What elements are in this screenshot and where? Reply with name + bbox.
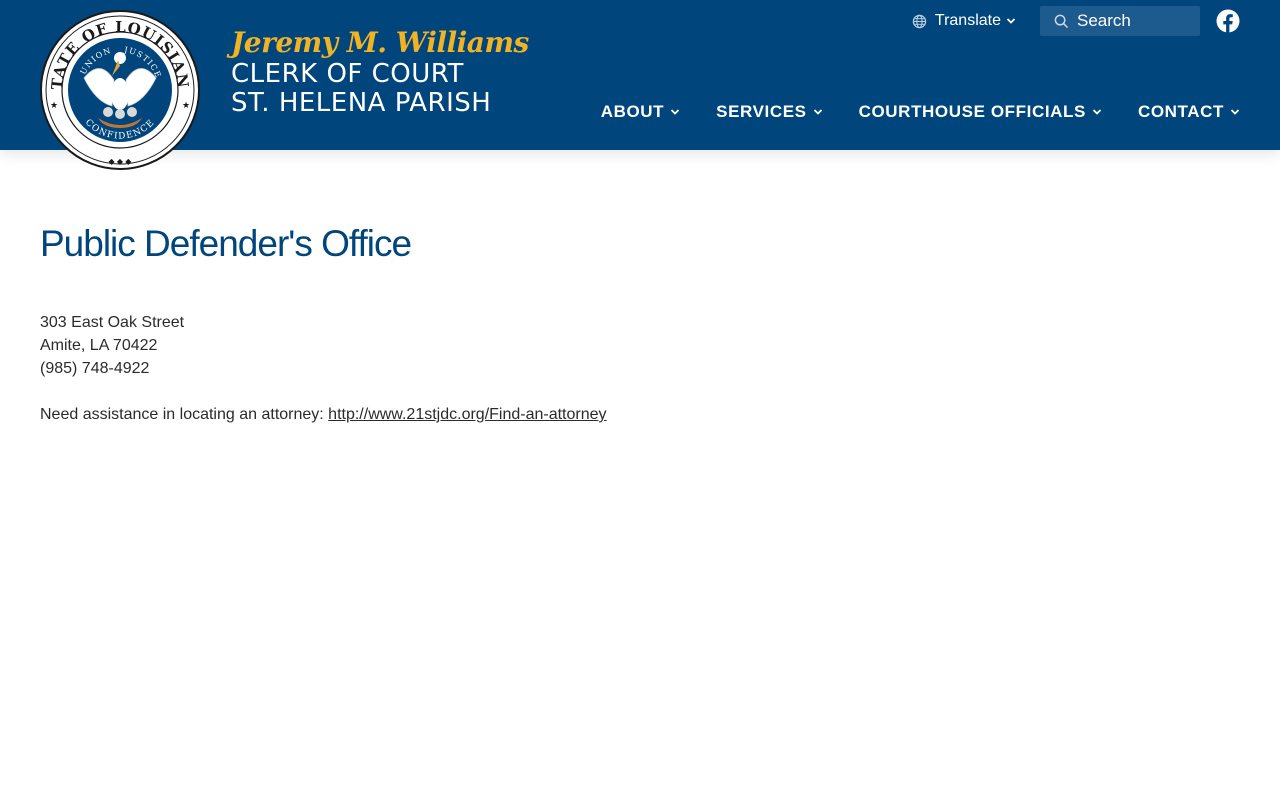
louisiana-seal-logo[interactable]: STATE OF LOUISIANA ★ ★ UNION JUSTICE (40, 10, 200, 170)
attorney-assistance: Need assistance in locating an attorney:… (40, 403, 1240, 426)
nav-services[interactable]: SERVICES (716, 102, 822, 122)
address-line-2: Amite, LA 70422 (40, 337, 158, 354)
translate-label: Translate (934, 12, 1001, 29)
seal-graphic: STATE OF LOUISIANA ★ ★ UNION JUSTICE (40, 10, 200, 170)
nav-about-label: ABOUT (600, 102, 665, 121)
office-details: 303 East Oak Street Amite, LA 70422 (985… (40, 311, 1240, 426)
search-input[interactable] (1077, 11, 1187, 31)
search-box[interactable] (1040, 6, 1200, 36)
address-line-1: 303 East Oak Street (40, 314, 185, 331)
chevron-down-icon (1230, 109, 1240, 115)
page-title: Public Defender's Office (40, 223, 412, 264)
search-icon (1054, 14, 1069, 28)
assistance-text: Need assistance in locating an attorney: (40, 406, 329, 423)
brand-title-line2: ST. HELENA PARISH (231, 88, 492, 118)
translate-dropdown[interactable]: Translate (912, 12, 1016, 30)
nav-contact-label: CONTACT (1137, 102, 1224, 121)
nav-courthouse-officials[interactable]: COURTHOUSE OFFICIALS (859, 102, 1102, 122)
chevron-down-icon (813, 109, 822, 115)
main-content: Public Defender's Office 303 East Oak St… (40, 220, 1240, 426)
chevron-down-icon (1006, 18, 1016, 24)
chevron-down-icon (671, 109, 680, 115)
phone-number: (985) 748-4922 (40, 360, 150, 377)
site-header: STATE OF LOUISIANA ★ ★ UNION JUSTICE (0, 0, 1280, 170)
chevron-down-icon (1092, 109, 1102, 115)
globe-icon (912, 14, 927, 28)
nav-contact[interactable]: CONTACT (1138, 102, 1240, 122)
site-branding[interactable]: Jeremy M. Williams CLERK OF COURT ST. HE… (231, 26, 529, 118)
main-nav: ABOUT SERVICES COURTHOUSE OFFICIALS CONT… (601, 100, 1240, 124)
find-attorney-link[interactable]: http://www.21stjdc.org/Find-an-attorney (328, 406, 606, 423)
brand-title-line1: CLERK OF COURT (231, 59, 464, 89)
svg-text:★: ★ (182, 100, 190, 110)
nav-about[interactable]: ABOUT (601, 102, 680, 122)
utility-bar: Translate (912, 6, 1240, 36)
facebook-icon[interactable] (1216, 9, 1240, 33)
nav-courthouse-officials-label: COURTHOUSE OFFICIALS (858, 102, 1086, 121)
svg-text:★: ★ (50, 100, 58, 110)
clerk-name: Jeremy M. Williams (231, 26, 529, 59)
nav-services-label: SERVICES (716, 102, 807, 121)
svg-text:◆ ◆ ◆: ◆ ◆ ◆ (109, 157, 133, 166)
